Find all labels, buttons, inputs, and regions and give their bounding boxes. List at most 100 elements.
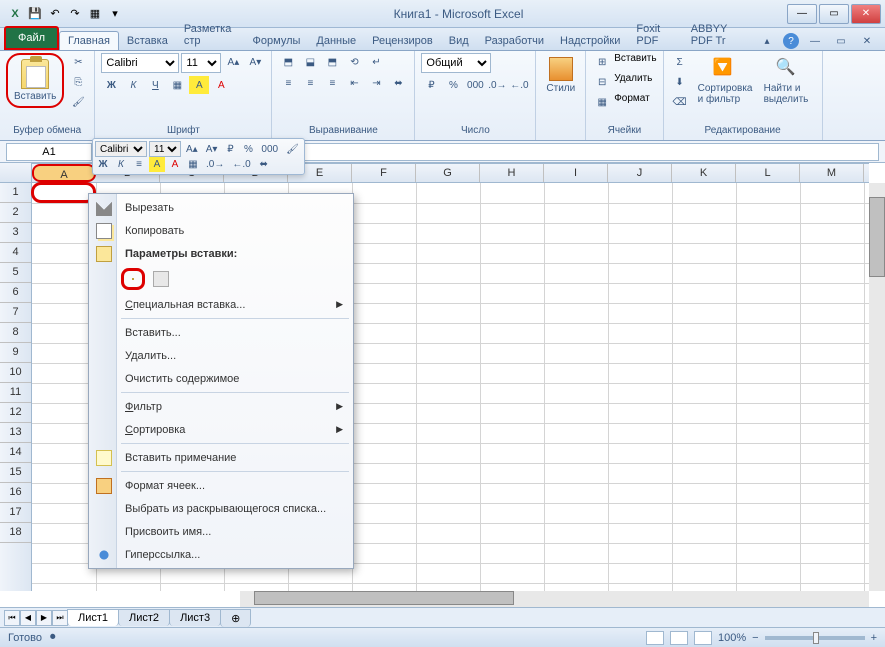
increase-font-icon[interactable]: A▴ <box>223 53 243 71</box>
workbook-minimize-icon[interactable]: — <box>805 32 825 50</box>
row-header[interactable]: 1 <box>0 183 31 203</box>
format-cell-button[interactable]: ▦Формат <box>592 93 650 111</box>
row-header[interactable]: 16 <box>0 483 31 503</box>
align-right-icon[interactable]: ≡ <box>322 74 342 92</box>
autosum-icon[interactable]: Σ <box>670 53 690 71</box>
sort-filter-button[interactable]: 🔽 Сортировка и фильтр <box>694 53 756 109</box>
row-header[interactable]: 3 <box>0 223 31 243</box>
underline-button[interactable]: Ч <box>145 76 165 94</box>
row-header[interactable]: 15 <box>0 463 31 483</box>
col-header-a[interactable]: A <box>32 164 96 182</box>
ctx-clear[interactable]: Очистить содержимое <box>91 367 351 390</box>
tab-developer[interactable]: Разработчи <box>477 32 552 50</box>
mini-bold-button[interactable]: Ж <box>95 157 111 172</box>
mini-merge-icon[interactable]: ⬌ <box>256 157 272 172</box>
copy-icon[interactable]: ⎘ <box>68 73 88 91</box>
ctx-hyperlink[interactable]: Гиперссылка... <box>91 543 351 566</box>
undo-icon[interactable]: ↶ <box>46 5 64 23</box>
help-icon[interactable]: ? <box>783 33 799 49</box>
row-header[interactable]: 7 <box>0 303 31 323</box>
row-header[interactable]: 9 <box>0 343 31 363</box>
format-painter-icon[interactable]: 🖌 <box>68 93 88 111</box>
sheet-nav-prev[interactable]: ◀ <box>20 610 36 626</box>
col-header[interactable]: J <box>608 164 672 182</box>
selected-cell-a1[interactable] <box>31 182 96 203</box>
insert-cell-button[interactable]: ⊞Вставить <box>592 53 656 71</box>
ctx-copy[interactable]: Копировать <box>91 219 351 242</box>
save-icon[interactable]: 💾 <box>26 5 44 23</box>
ctx-dropdown-list[interactable]: Выбрать из раскрывающегося списка... <box>91 497 351 520</box>
zoom-level[interactable]: 100% <box>718 632 746 644</box>
ctx-insert-comment[interactable]: Вставить примечание <box>91 446 351 469</box>
ctx-insert[interactable]: Вставить... <box>91 321 351 344</box>
ctx-delete[interactable]: Удалить... <box>91 344 351 367</box>
ctx-sort[interactable]: Сортировка▶ <box>91 418 351 441</box>
row-header[interactable]: 6 <box>0 283 31 303</box>
row-header[interactable]: 12 <box>0 403 31 423</box>
ctx-define-name[interactable]: Присвоить имя... <box>91 520 351 543</box>
row-header[interactable]: 4 <box>0 243 31 263</box>
row-header[interactable]: 5 <box>0 263 31 283</box>
mini-format-painter-icon[interactable]: 🖌 <box>283 142 302 157</box>
page-break-view-button[interactable] <box>694 631 712 645</box>
mini-inc-decimal-icon[interactable]: .0→ <box>203 157 227 172</box>
normal-view-button[interactable] <box>646 631 664 645</box>
tab-view[interactable]: Вид <box>441 32 477 50</box>
row-header[interactable]: 18 <box>0 523 31 543</box>
sheet-tab-3[interactable]: Лист3 <box>169 609 221 626</box>
mini-border-icon[interactable]: ▦ <box>185 157 201 172</box>
row-header[interactable]: 17 <box>0 503 31 523</box>
ctx-filter[interactable]: Фильтр▶ <box>91 395 351 418</box>
paste-option-all[interactable] <box>121 268 145 290</box>
horizontal-scrollbar[interactable] <box>240 591 869 607</box>
excel-icon[interactable]: X <box>6 5 24 23</box>
qat-dropdown-icon[interactable]: ▾ <box>106 5 124 23</box>
row-header[interactable]: 2 <box>0 203 31 223</box>
row-header[interactable]: 14 <box>0 443 31 463</box>
row-header[interactable]: 11 <box>0 383 31 403</box>
delete-cell-button[interactable]: ⊟Удалить <box>592 73 652 91</box>
page-layout-view-button[interactable] <box>670 631 688 645</box>
align-middle-icon[interactable]: ⬓ <box>300 53 320 71</box>
mini-font-select[interactable]: Calibri <box>95 141 147 157</box>
minimize-ribbon-icon[interactable]: ▴ <box>757 32 777 50</box>
col-header[interactable]: G <box>416 164 480 182</box>
italic-button[interactable]: К <box>123 76 143 94</box>
macro-record-icon[interactable]: ⏺ <box>50 631 56 644</box>
comma-icon[interactable]: 000 <box>465 76 485 94</box>
mini-size-select[interactable]: 11 <box>149 141 181 157</box>
mini-percent-icon[interactable]: % <box>240 142 256 157</box>
tab-review[interactable]: Рецензиров <box>364 32 441 50</box>
tab-addins[interactable]: Надстройки <box>552 32 628 50</box>
fill-color-icon[interactable]: A <box>189 76 209 94</box>
zoom-out-button[interactable]: − <box>752 632 758 644</box>
name-box[interactable] <box>6 143 92 161</box>
ctx-format-cells[interactable]: Формат ячеек... <box>91 474 351 497</box>
row-header[interactable]: 13 <box>0 423 31 443</box>
align-left-icon[interactable]: ≡ <box>278 74 298 92</box>
tab-insert[interactable]: Вставка <box>119 32 176 50</box>
maximize-button[interactable]: ▭ <box>819 4 849 24</box>
sheet-nav-last[interactable]: ⏭ <box>52 610 68 626</box>
zoom-in-button[interactable]: + <box>871 632 877 644</box>
sheet-tab-1[interactable]: Лист1 <box>67 609 119 626</box>
mini-align-icon[interactable]: ≡ <box>131 157 147 172</box>
increase-decimal-icon[interactable]: .0→ <box>487 76 507 94</box>
bold-button[interactable]: Ж <box>101 76 121 94</box>
mini-dec-decimal-icon[interactable]: ←.0 <box>229 157 253 172</box>
decrease-font-icon[interactable]: A▾ <box>245 53 265 71</box>
col-header[interactable]: F <box>352 164 416 182</box>
close-button[interactable]: ✕ <box>851 4 881 24</box>
minimize-button[interactable]: — <box>787 4 817 24</box>
row-header[interactable]: 10 <box>0 363 31 383</box>
wrap-text-icon[interactable]: ↵ <box>366 53 386 71</box>
border-icon[interactable]: ▦ <box>167 76 187 94</box>
workbook-close-icon[interactable]: ✕ <box>857 32 877 50</box>
qat-custom-icon[interactable]: ▦ <box>86 5 104 23</box>
cut-icon[interactable]: ✂ <box>68 53 88 71</box>
col-header[interactable]: L <box>736 164 800 182</box>
col-header[interactable]: M <box>800 164 864 182</box>
mini-shrink-font-icon[interactable]: A▾ <box>203 142 221 157</box>
paste-button[interactable]: Вставить <box>6 53 64 108</box>
sheet-nav-next[interactable]: ▶ <box>36 610 52 626</box>
